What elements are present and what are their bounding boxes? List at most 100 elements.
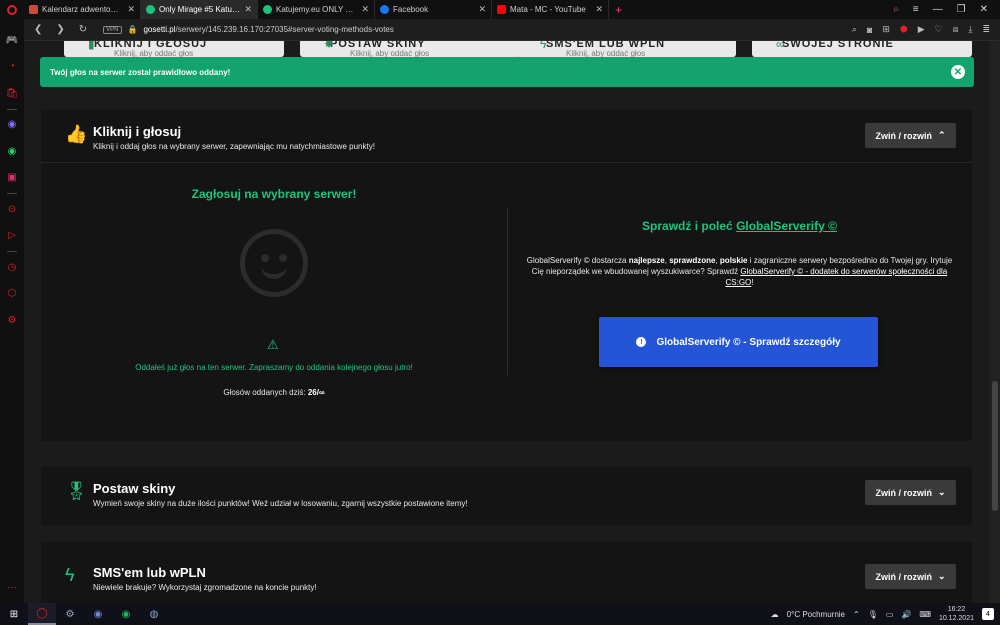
whatsapp-icon[interactable]: ◉ xyxy=(0,138,24,165)
discord-taskbar-icon[interactable]: ◉ xyxy=(84,603,112,625)
tab-4[interactable]: Mata - MC - YouTube ✕ xyxy=(492,0,609,19)
taskbar: ⊞ ◯ ⚙ ◉ ◉ ◍ ☁ 0°C Pochmurnie ⌃ 🎙 ▭ 🔊 ⌨ 1… xyxy=(0,603,1000,625)
tray-chevron-icon[interactable]: ⌃ xyxy=(853,610,860,619)
opera-menu-icon[interactable] xyxy=(0,0,24,19)
player-icon[interactable]: ⊙ xyxy=(0,196,24,223)
card-skins[interactable]: ✸ POSTAW SKINY Kliknij, aby oddać głos xyxy=(300,41,520,57)
vpn-badge[interactable]: VPN xyxy=(103,25,122,34)
flow-send-icon[interactable]: ▶ xyxy=(918,24,925,35)
collapse-button[interactable]: Zwiń / rozwiń ⌃ xyxy=(865,123,956,148)
network-icon[interactable]: ▭ xyxy=(886,610,894,619)
menu-icon[interactable]: ≡ xyxy=(913,4,919,15)
snapshot-icon[interactable]: ◙ xyxy=(867,25,872,35)
weather-text[interactable]: 0°C Pochmurnie xyxy=(787,610,845,619)
globalserverify-column: Sprawdź i poleć GlobalServerify © Global… xyxy=(507,163,972,405)
easy-setup-icon[interactable]: ≣ xyxy=(982,24,990,35)
extensions-icon[interactable]: ⬡ xyxy=(0,281,24,308)
app-taskbar-icon[interactable]: ◍ xyxy=(140,603,168,625)
gs-addon-link[interactable]: GlobalServerify © - dodatek do serwerów … xyxy=(725,267,947,287)
page-scrollbar[interactable] xyxy=(990,41,1000,603)
gs-bold-2: sprawdzone xyxy=(669,256,716,265)
history-icon[interactable]: ◷ xyxy=(0,254,24,281)
lock-icon[interactable]: 🔒 xyxy=(128,25,138,34)
card-website[interactable]: ∞ SWOJEJ STRONIE xyxy=(752,41,972,57)
download-icon[interactable]: ⤓ xyxy=(968,24,972,35)
tab-title: Katujemy.eu ONLY MIRAGE xyxy=(276,5,357,14)
windows-start-icon[interactable]: ⊞ xyxy=(0,603,28,625)
more-icon[interactable]: ··· xyxy=(7,582,17,593)
back-icon[interactable]: ❮ xyxy=(34,24,42,35)
instagram-icon[interactable]: ▣ xyxy=(0,165,24,192)
card-click-vote[interactable]: ▮ KLIKNIJ I GŁOSUJ Kliknij, aby oddać gł… xyxy=(64,41,284,57)
volume-icon[interactable]: 🔊 xyxy=(901,610,911,619)
microphone-icon[interactable]: 🎙 xyxy=(868,610,878,619)
flow-icon[interactable]: ▷ xyxy=(0,223,24,250)
tab-3[interactable]: Facebook ✕ xyxy=(375,0,492,19)
gs-heading-link[interactable]: GlobalServerify © xyxy=(736,219,837,233)
warning-icon: ⚠ xyxy=(267,337,279,352)
tab-favicon-icon xyxy=(497,5,506,14)
gamepad-icon[interactable]: 🎮 xyxy=(0,27,24,54)
collapse-button[interactable]: Zwiń / rozwiń ⌄ xyxy=(865,564,956,589)
opera-taskbar-icon[interactable]: ◯ xyxy=(28,603,56,625)
bookmark-icon[interactable]: ♡ xyxy=(935,24,943,35)
gs-heading: Sprawdź i poleć GlobalServerify © xyxy=(507,219,972,233)
tab-close-icon[interactable]: ✕ xyxy=(478,4,486,15)
award-ribbon-icon: 🎖 xyxy=(65,481,88,501)
reload-icon[interactable]: ↻ xyxy=(79,24,87,35)
pinboard-icon[interactable]: ⊞ xyxy=(882,24,890,35)
gs-bold-1: najlepsze xyxy=(628,256,665,265)
tab-0[interactable]: Kalendarz adwentowy - dz ✕ xyxy=(24,0,141,19)
card-subtitle: Kliknij, aby oddać głos xyxy=(566,49,646,57)
clock[interactable]: 16:22 10.12.2021 xyxy=(939,605,974,623)
card-subtitle: Kliknij, aby oddać głos xyxy=(350,49,430,57)
award-icon: ✸ xyxy=(324,41,335,51)
extensions-cube-icon[interactable]: ⧈ xyxy=(953,24,959,35)
gs-button-label: GlobalServerify © - Sprawdź szczegóły xyxy=(656,336,841,348)
messenger-icon[interactable]: ◉ xyxy=(0,112,24,139)
gs-details-button[interactable]: ! GlobalServerify © - Sprawdź szczegóły xyxy=(599,317,878,367)
speed-dial-icon[interactable]: ◔ xyxy=(0,54,24,81)
tab-title: Kalendarz adwentowy - dz xyxy=(42,5,123,14)
tab-close-icon[interactable]: ✕ xyxy=(127,4,135,15)
panel-title: Postaw skiny xyxy=(93,481,176,496)
new-tab-icon[interactable]: + xyxy=(609,3,628,17)
collapse-button-label: Zwiń / rozwiń xyxy=(875,487,932,498)
gs-text-1: GlobalServerify © dostarcza xyxy=(526,256,627,265)
settings-icon[interactable]: ⚙ xyxy=(0,307,24,334)
tab-close-icon[interactable]: ✕ xyxy=(244,4,252,15)
tab-close-icon[interactable]: ✕ xyxy=(361,4,369,15)
chevron-down-icon: ⌄ xyxy=(937,571,946,581)
shop-icon[interactable]: 🛍 xyxy=(0,80,24,107)
search-icon[interactable]: ⌕ xyxy=(852,24,857,35)
close-alert-icon[interactable]: ✕ xyxy=(951,65,965,79)
adblock-icon[interactable]: ⬢ xyxy=(900,24,908,35)
forward-icon[interactable]: ❯ xyxy=(56,24,64,35)
page-content: ▮ KLIKNIJ I GŁOSUJ Kliknij, aby oddać gł… xyxy=(24,41,990,603)
panel-subtitle: Niewiele brakuje? Wykorzystaj zgromadzon… xyxy=(93,583,317,592)
language-icon[interactable]: ⌨ xyxy=(919,610,931,619)
tab-bar: Kalendarz adwentowy - dz ✕ Only Mirage #… xyxy=(0,0,1000,19)
panel-subtitle: Kliknij i oddaj głos na wybrany serwer, … xyxy=(93,142,375,151)
url-path: /serwery/145.239.16.170:27035#server-vot… xyxy=(175,25,394,34)
tab-1[interactable]: Only Mirage #5 Katujemy.e ✕ xyxy=(141,0,258,19)
collapse-button[interactable]: Zwiń / rozwiń ⌄ xyxy=(865,480,956,505)
votes-today: Głosów oddanych dziś: 26/∞ xyxy=(41,388,507,397)
url-field[interactable]: gosetti.pl/serwery/145.239.16.170:27035#… xyxy=(143,25,393,34)
spotify-taskbar-icon[interactable]: ◉ xyxy=(112,603,140,625)
scrollbar-thumb[interactable] xyxy=(992,381,998,511)
minimize-icon[interactable]: — xyxy=(933,4,943,15)
steam-taskbar-icon[interactable]: ⚙ xyxy=(56,603,84,625)
close-window-icon[interactable]: ✕ xyxy=(980,4,988,15)
maximize-icon[interactable]: ❐ xyxy=(957,4,966,15)
card-sms[interactable]: ϟ SMS'EM LUB WPLN Kliknij, aby oddać gło… xyxy=(516,41,736,57)
gs-description: GlobalServerify © dostarcza najlepsze, s… xyxy=(521,255,958,288)
bolt-icon: ϟ xyxy=(540,41,547,51)
search-tabs-icon[interactable]: ⌕ xyxy=(893,4,899,15)
gs-heading-prefix: Sprawdź i poleć xyxy=(642,219,733,233)
tab-2[interactable]: Katujemy.eu ONLY MIRAGE ✕ xyxy=(258,0,375,19)
tab-favicon-icon xyxy=(29,5,38,14)
tab-close-icon[interactable]: ✕ xyxy=(595,4,603,15)
vote-body: Zagłosuj na wybrany serwer! ⚠ Oddałeś ju… xyxy=(41,162,972,404)
notification-icon[interactable]: 4 xyxy=(982,608,994,620)
